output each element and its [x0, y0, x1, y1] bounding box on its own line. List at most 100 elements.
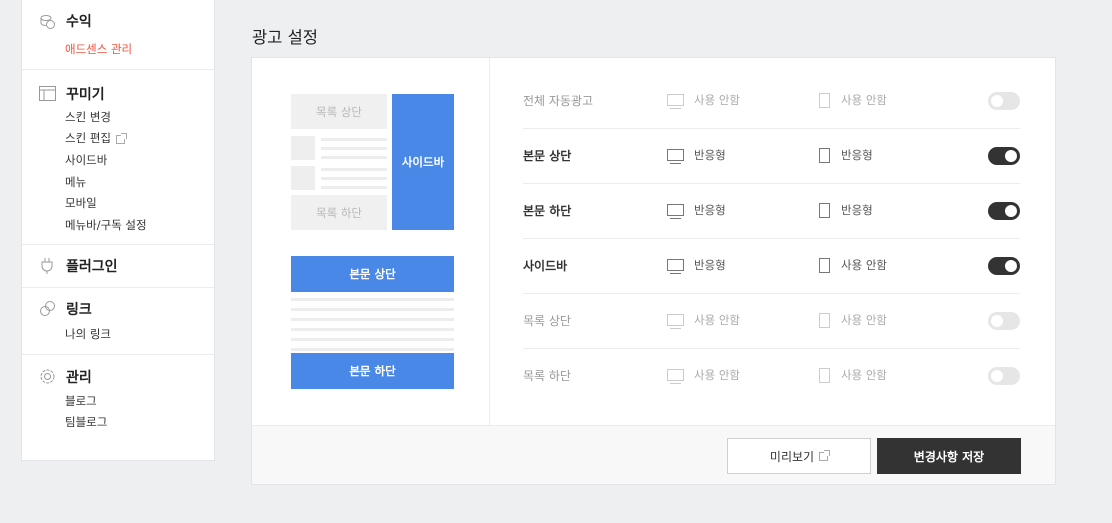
preview-line [291, 338, 454, 341]
phone-icon [819, 147, 830, 163]
pc-setting-value: 사용 안함 [694, 93, 740, 107]
pc-setting-value: 반응형 [694, 203, 726, 217]
preview-line [321, 156, 387, 159]
ad-setting-row: 전체 자동광고 사용 안함 사용 안함 [523, 74, 1020, 129]
preview-line [321, 186, 387, 189]
monitor-icon [667, 94, 684, 109]
preview-body-top: 본문 상단 [291, 256, 454, 292]
phone-icon [819, 367, 830, 383]
sidebar-title: 플러그인 [66, 258, 118, 275]
preview-line [291, 328, 454, 331]
pc-setting-value: 사용 안함 [694, 313, 740, 327]
ad-slot-label: 목록 상단 [523, 314, 571, 328]
preview-sidebar: 사이드바 [392, 94, 454, 230]
mobile-setting[interactable]: 사용 안함 [819, 257, 887, 273]
ad-toggle[interactable] [988, 202, 1020, 220]
sidebar-item-adsense[interactable]: 애드센스 관리 [65, 39, 214, 61]
sidebar-section-plugin: 플러그인 [22, 245, 214, 288]
external-link-icon [819, 449, 831, 461]
coins-icon [38, 12, 56, 30]
external-link-icon [115, 132, 127, 144]
sidebar-head-revenue[interactable]: 수익 [22, 10, 214, 32]
preview-line [321, 147, 387, 150]
phone-icon [819, 202, 830, 218]
preview-button[interactable]: 미리보기 [727, 438, 871, 474]
sidebar-section-link: 링크 나의 링크 [22, 288, 214, 355]
sidebar-item-my-links[interactable]: 나의 링크 [65, 324, 214, 346]
phone-icon [819, 312, 830, 328]
ad-slot-label: 목록 하단 [523, 369, 571, 383]
monitor-icon [667, 259, 684, 274]
ad-slot-label: 사이드바 [523, 259, 568, 273]
preview-thumb [291, 136, 315, 160]
panel-footer: 미리보기 변경사항 저장 [252, 425, 1055, 484]
pc-setting-value: 사용 안함 [694, 368, 740, 382]
save-changes-button[interactable]: 변경사항 저장 [877, 438, 1021, 474]
pc-setting-value: 반응형 [694, 258, 726, 272]
sidebar-item-blog[interactable]: 블로그 [65, 391, 214, 413]
mobile-setting[interactable]: 사용 안함 [819, 312, 887, 328]
mobile-setting-value: 사용 안함 [841, 313, 887, 327]
monitor-icon [667, 369, 684, 384]
sidebar-item-skin-change[interactable]: 스킨 변경 [65, 107, 214, 129]
ad-toggle[interactable] [988, 92, 1020, 110]
pc-setting[interactable]: 반응형 [667, 147, 726, 164]
mobile-setting[interactable]: 반응형 [819, 202, 873, 218]
mobile-setting-value: 사용 안함 [841, 93, 887, 107]
pc-setting[interactable]: 사용 안함 [667, 312, 740, 329]
monitor-icon [667, 204, 684, 219]
sidebar-head-link[interactable]: 링크 [22, 298, 214, 320]
sidebar-title: 관리 [66, 369, 92, 386]
mobile-setting-value: 사용 안함 [841, 258, 887, 272]
sidebar-item-skin-edit[interactable]: 스킨 편집 [65, 128, 214, 150]
ad-slot-label: 본문 하단 [523, 204, 572, 218]
sidebar-title: 수익 [66, 14, 92, 30]
preview-line [291, 298, 454, 301]
mobile-setting[interactable]: 사용 안함 [819, 367, 887, 383]
phone-icon [819, 257, 830, 273]
preview-list-bottom: 목록 하단 [291, 195, 387, 230]
ad-settings-panel: 목록 상단 목록 하단 사이드바 본문 상단 본문 하단 전체 자동광고사용 안… [251, 57, 1056, 485]
pc-setting[interactable]: 반응형 [667, 257, 726, 274]
mobile-setting[interactable]: 사용 안함 [819, 92, 887, 108]
sidebar-section-manage: 관리 블로그 팀블로그 [22, 355, 214, 440]
sidebar-head-plugin[interactable]: 플러그인 [22, 255, 214, 277]
ad-settings-list: 전체 자동광고 사용 안함 사용 안함 본문 상단 반응형 반응형 본문 하단 반응형 반응형 사… [491, 74, 1056, 404]
link-icon [38, 300, 56, 318]
ad-toggle[interactable] [988, 257, 1020, 275]
sidebar-item-team-blog[interactable]: 팀블로그 [65, 412, 214, 434]
mobile-setting[interactable]: 반응형 [819, 147, 873, 163]
mobile-setting-value: 사용 안함 [841, 368, 887, 382]
sidebar-item-mobile[interactable]: 모바일 [65, 193, 214, 215]
layout-icon [38, 85, 56, 103]
phone-icon [819, 92, 830, 108]
preview-line [291, 348, 454, 351]
pc-setting[interactable]: 사용 안함 [667, 367, 740, 384]
ad-setting-row: 본문 상단 반응형 반응형 [523, 129, 1020, 184]
sidebar-item-label: 스킨 편집 [65, 131, 111, 146]
preview-body-bottom: 본문 하단 [291, 353, 454, 389]
preview-line [321, 138, 387, 141]
ad-setting-row: 사이드바 반응형 사용 안함 [523, 239, 1020, 294]
sidebar-title: 링크 [66, 301, 92, 318]
monitor-icon [667, 314, 684, 329]
ad-setting-row: 본문 하단 반응형 반응형 [523, 184, 1020, 239]
pc-setting[interactable]: 반응형 [667, 202, 726, 219]
preview-line [291, 308, 454, 311]
sidebar-item-menubar[interactable]: 메뉴바/구독 설정 [65, 215, 214, 237]
sidebar-head-customize[interactable]: 꾸미기 [22, 83, 214, 105]
ad-toggle[interactable] [988, 147, 1020, 165]
sidebar-head-manage[interactable]: 관리 [22, 366, 214, 388]
preview-thumb [291, 166, 315, 190]
ad-slot-label: 전체 자동광고 [523, 94, 594, 108]
preview-list-top: 목록 상단 [291, 94, 387, 129]
sidebar-section-revenue: 수익 애드센스 관리 [22, 0, 214, 70]
sidebar-item-sidebar[interactable]: 사이드바 [65, 150, 214, 172]
ad-layout-preview: 목록 상단 목록 하단 사이드바 본문 상단 본문 하단 [252, 58, 490, 425]
preview-line [321, 168, 387, 171]
ad-toggle[interactable] [988, 367, 1020, 385]
pc-setting[interactable]: 사용 안함 [667, 92, 740, 109]
preview-line [291, 318, 454, 321]
sidebar-item-menu[interactable]: 메뉴 [65, 172, 214, 194]
ad-toggle[interactable] [988, 312, 1020, 330]
